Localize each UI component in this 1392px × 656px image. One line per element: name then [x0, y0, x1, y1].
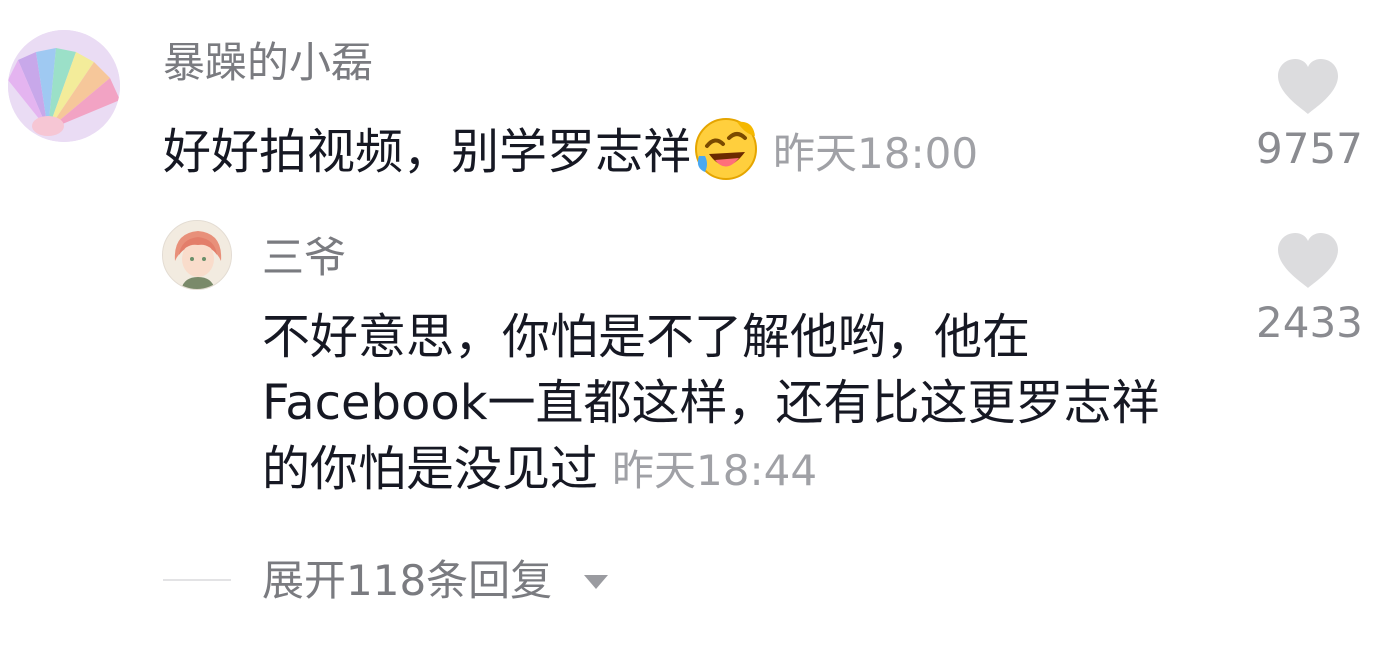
like-count: 9757 — [1256, 124, 1363, 173]
comment-author[interactable]: 暴躁的小磊 — [163, 38, 373, 88]
reply-author[interactable]: 三爷 — [262, 233, 346, 283]
reply-text-line: Facebook一直都这样，还有比这更罗志祥 — [262, 375, 1160, 431]
avatar[interactable] — [8, 30, 120, 142]
rolling-laugh-emoji-icon — [693, 116, 759, 182]
anime-avatar-image — [163, 221, 231, 289]
reply-time: 昨天18:44 — [612, 446, 818, 495]
reply-text: 不好意思，你怕是不了解他哟，他在 Facebook一直都这样，还有比这更罗志祥 … — [262, 304, 1252, 504]
reply-text-line-last: 的你怕是没见过 昨天18:44 — [262, 436, 1252, 504]
divider — [163, 579, 231, 581]
reply-text-line: 不好意思，你怕是不了解他哟，他在 — [262, 309, 1031, 365]
heart-icon — [1278, 59, 1338, 114]
fan-avatar-image — [8, 30, 120, 142]
comment-time: 昨天18:00 — [773, 129, 979, 178]
caret-down-icon[interactable] — [582, 572, 610, 592]
heart-icon — [1278, 233, 1338, 288]
reply-like-count: 2433 — [1256, 298, 1363, 347]
reply-avatar[interactable] — [162, 220, 232, 290]
like-button[interactable] — [1276, 58, 1340, 120]
expand-replies-button[interactable]: 展开118条回复 — [262, 556, 552, 606]
comment-text: 好好拍视频，别学罗志祥 昨天18:00 — [163, 116, 978, 183]
reply-like-button[interactable] — [1276, 232, 1340, 294]
comment-text-body: 好好拍视频，别学罗志祥 — [163, 124, 692, 180]
reply-text-line-body: 的你怕是没见过 — [262, 441, 599, 497]
